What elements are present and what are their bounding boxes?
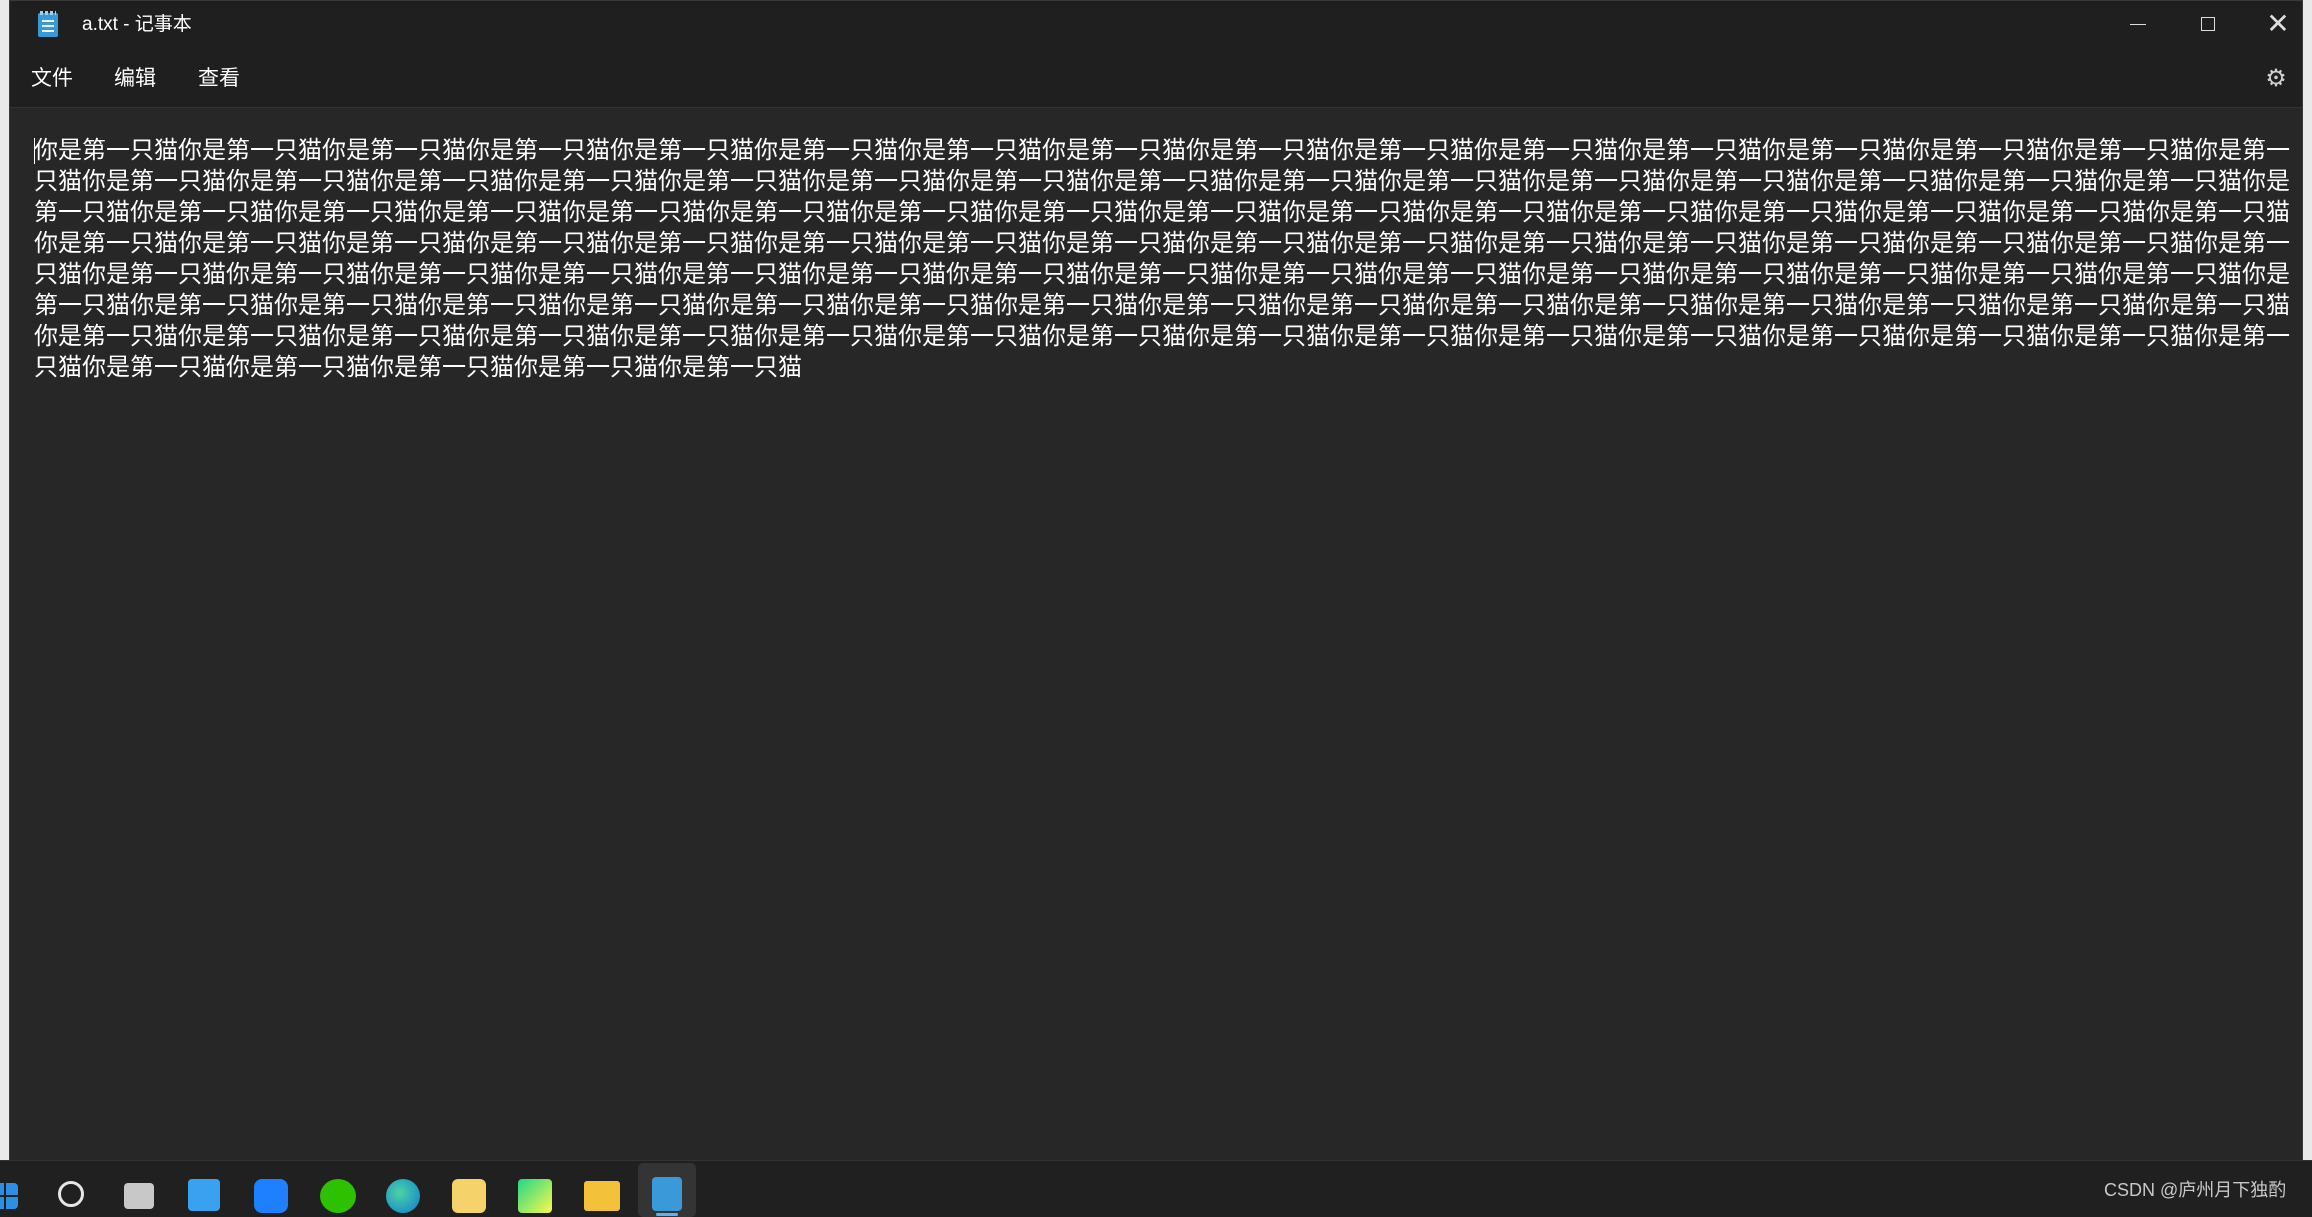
close-icon: ✕ (2266, 7, 2290, 40)
microsoft-store-icon[interactable] (188, 1179, 220, 1211)
minimize-button[interactable] (2103, 1, 2173, 49)
menu-view[interactable]: 查看 (198, 65, 240, 91)
minimize-icon (2130, 23, 2146, 25)
active-indicator (656, 1213, 678, 1216)
text-editor[interactable]: 你是第一只猫你是第一只猫你是第一只猫你是第一只猫你是第一只猫你是第一只猫你是第一… (10, 107, 2302, 1162)
windows-start-icon[interactable] (0, 1183, 18, 1209)
task-view-icon[interactable] (124, 1183, 154, 1209)
menu-bar: 文件 编辑 查看 ⚙ (10, 49, 2302, 107)
maximize-icon (2201, 17, 2215, 31)
app-icon[interactable] (452, 1179, 486, 1213)
pycharm-icon[interactable] (518, 1179, 552, 1213)
gear-icon[interactable]: ⚙ (2264, 66, 2288, 90)
background-window-edge-right (2303, 0, 2312, 1160)
taskbar: CSDN @庐州月下独酌 (0, 1160, 2312, 1217)
notepad-app-icon (38, 11, 58, 37)
feishu-icon[interactable] (254, 1179, 288, 1213)
edge-icon[interactable] (386, 1179, 420, 1213)
editor-text[interactable]: 你是第一只猫你是第一只猫你是第一只猫你是第一只猫你是第一只猫你是第一只猫你是第一… (34, 135, 2300, 383)
close-button[interactable]: ✕ (2243, 1, 2312, 49)
wechat-icon[interactable] (320, 1179, 356, 1213)
notepad-icon[interactable] (652, 1177, 682, 1211)
menu-edit[interactable]: 编辑 (114, 65, 156, 91)
background-window-edge-left (0, 0, 9, 1160)
search-icon[interactable] (58, 1181, 84, 1207)
window-title: a.txt - 记事本 (82, 14, 192, 35)
file-explorer-icon[interactable] (584, 1181, 620, 1211)
title-bar[interactable]: a.txt - 记事本 ✕ (10, 1, 2302, 49)
maximize-button[interactable] (2173, 1, 2243, 49)
menu-file[interactable]: 文件 (31, 65, 73, 91)
watermark-text: CSDN @庐州月下独酌 (2104, 1180, 2287, 1200)
notepad-window: a.txt - 记事本 ✕ 文件 编辑 查看 ⚙ 你是第一只猫你是第一只猫你是第… (9, 0, 2303, 1162)
desktop: a.txt - 记事本 ✕ 文件 编辑 查看 ⚙ 你是第一只猫你是第一只猫你是第… (0, 0, 2312, 1217)
